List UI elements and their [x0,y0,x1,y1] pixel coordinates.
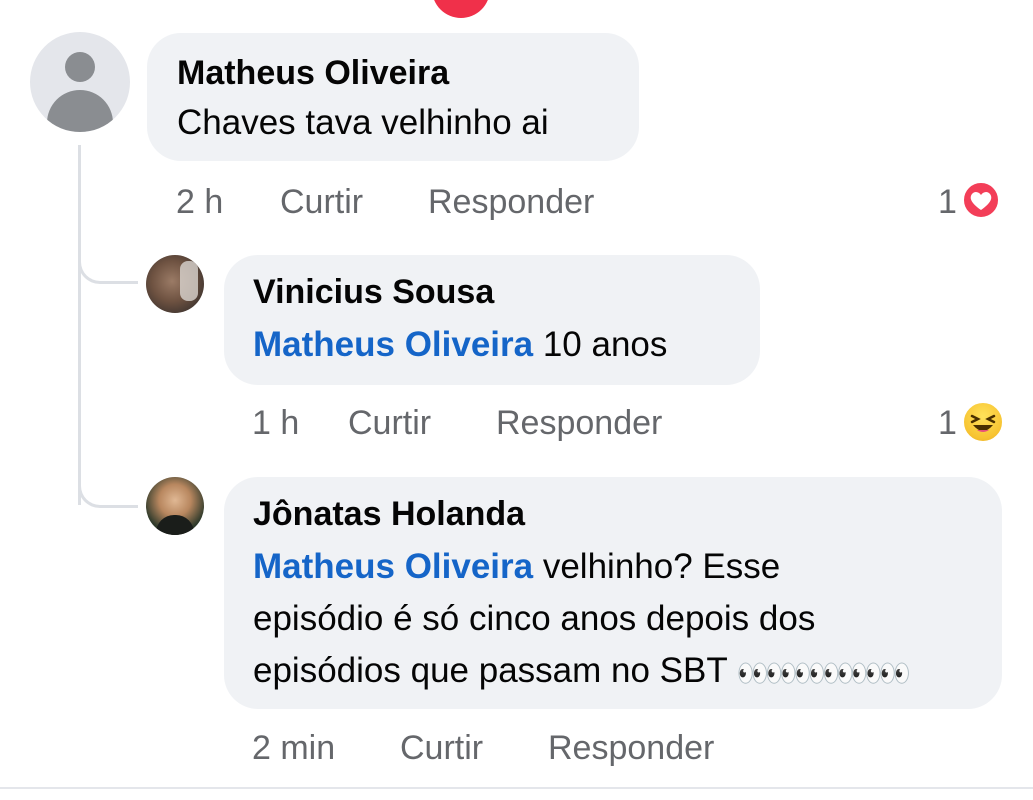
reply-time[interactable]: 2 min [252,728,335,768]
thread-branch-2 [78,482,138,508]
reply-author[interactable]: Vinicius Sousa [253,272,494,312]
reply-text: Matheus Oliveira 10 anos [253,325,668,364]
mention-link[interactable]: Matheus Oliveira [253,547,533,586]
reply-actions: 2 min Curtir Responder [252,728,772,768]
reply-text-line1: Matheus Oliveira velhinho? Esse [253,547,781,586]
comment-actions: 2 h Curtir Responder [176,182,676,222]
reaction-count[interactable]: 1 [938,403,957,443]
heart-icon[interactable] [961,180,1001,220]
reply-bubble-jonatas[interactable]: Jônatas Holanda Matheus Oliveira velhinh… [224,477,1002,709]
avatar-matheus[interactable] [30,32,130,132]
like-button[interactable]: Curtir [348,403,431,443]
reply-author[interactable]: Jônatas Holanda [253,494,525,534]
like-button[interactable]: Curtir [280,182,363,222]
reply-time[interactable]: 1 h [252,403,299,443]
reply-button[interactable]: Responder [496,403,662,443]
comment-author[interactable]: Matheus Oliveira [177,53,449,93]
comment-text: Chaves tava velhinho ai [177,103,549,142]
comment-time[interactable]: 2 h [176,182,223,222]
avatar-jonatas[interactable] [146,477,204,535]
mention-link[interactable]: Matheus Oliveira [253,325,533,364]
eyes-emoji: 👀👀👀👀👀👀 [736,658,911,688]
person-icon [65,52,95,82]
reply-bubble-vinicius[interactable]: Vinicius Sousa Matheus Oliveira 10 anos [224,255,760,385]
like-button[interactable]: Curtir [400,728,483,768]
thread-branch-1 [78,258,138,284]
reply-actions: 1 h Curtir Responder [252,403,752,443]
reply-button[interactable]: Responder [548,728,714,768]
reply-text-line2: episódio é só cinco anos depois dos [253,599,816,638]
top-reaction-fragment [432,0,490,18]
divider [0,787,1033,789]
reply-button[interactable]: Responder [428,182,594,222]
thread-line [78,145,81,505]
reaction-count[interactable]: 1 [938,182,957,222]
comment-bubble-matheus[interactable]: Matheus Oliveira Chaves tava velhinho ai [147,33,639,161]
haha-icon[interactable] [962,401,1004,443]
avatar-vinicius[interactable] [146,255,204,313]
reply-text-line3: episódios que passam no SBT 👀👀👀👀👀👀 [253,651,911,690]
